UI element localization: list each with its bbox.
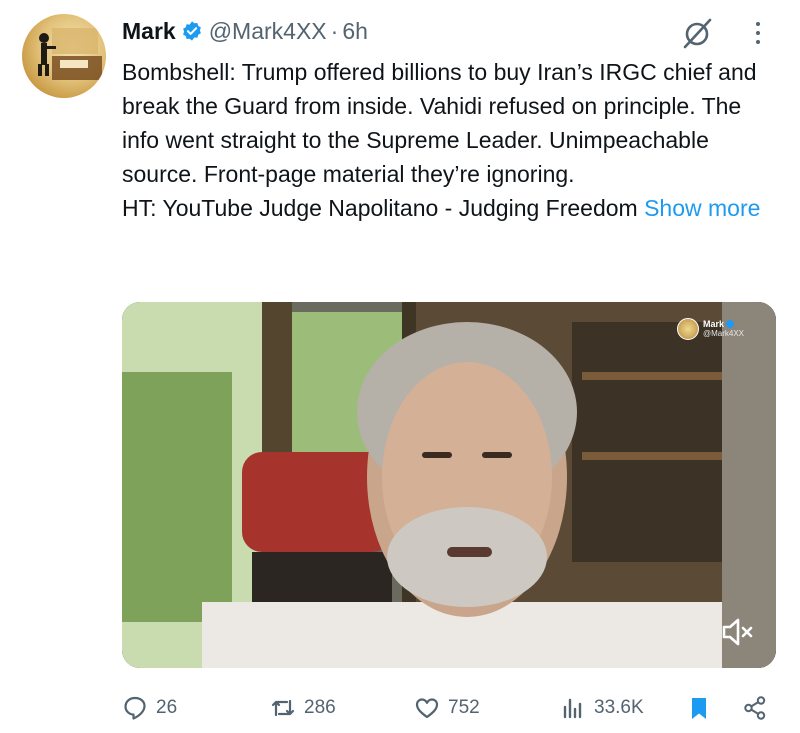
avatar-image: [38, 28, 102, 80]
show-more-link[interactable]: Show more: [644, 195, 760, 221]
volume-muted-icon: [722, 618, 753, 646]
grok-icon: [683, 18, 712, 49]
tweet-header: Mark @Mark4XX · 6h: [122, 14, 368, 48]
video-frame: [122, 302, 776, 668]
reply-button[interactable]: 26: [122, 690, 177, 726]
like-count: 752: [448, 697, 480, 718]
watermark-verified-icon: [726, 320, 735, 328]
reply-icon: [124, 696, 146, 720]
tweet-actions: 26 286 752 33.6K: [122, 690, 782, 726]
bookmark-icon: [692, 698, 706, 719]
retweet-count: 286: [304, 697, 336, 718]
video-player[interactable]: Mark @Mark4XX: [122, 302, 776, 668]
watermark-avatar: [677, 318, 699, 340]
watermark-handle: @Mark4XX: [703, 329, 745, 338]
retweet-icon: [271, 699, 295, 717]
more-options-button[interactable]: [748, 16, 768, 50]
bookmark-button[interactable]: [686, 690, 712, 726]
author-avatar[interactable]: [22, 14, 106, 98]
views-chart-icon: [563, 698, 582, 719]
grok-button[interactable]: [680, 16, 714, 50]
more-options-icon: [756, 22, 760, 26]
author-display-name[interactable]: Mark: [122, 18, 176, 45]
watermark-name: Mark: [703, 319, 725, 329]
verified-badge-icon: [182, 21, 201, 41]
tweet-text: Bombshell: Trump offered billions to buy…: [122, 55, 762, 225]
unmute-button[interactable]: [718, 614, 758, 650]
tweet-attribution: HT: YouTube Judge Napolitano - Judging F…: [122, 195, 638, 221]
tweet-paragraph-2: HT: YouTube Judge Napolitano - Judging F…: [122, 191, 762, 225]
video-watermark: Mark @Mark4XX: [677, 318, 744, 340]
header-separator: ·: [330, 17, 339, 44]
reply-count: 26: [156, 697, 178, 718]
retweet-button[interactable]: 286: [270, 690, 336, 726]
views-count: 33.6K: [594, 697, 644, 718]
share-icon: [744, 696, 766, 720]
share-button[interactable]: [742, 690, 768, 726]
like-button[interactable]: 752: [414, 690, 480, 726]
author-handle[interactable]: @Mark4XX: [209, 18, 327, 45]
views-button[interactable]: 33.6K: [560, 690, 644, 726]
heart-icon: [415, 698, 439, 719]
tweet-paragraph-1: Bombshell: Trump offered billions to buy…: [122, 59, 757, 187]
tweet-timestamp[interactable]: 6h: [342, 18, 368, 45]
